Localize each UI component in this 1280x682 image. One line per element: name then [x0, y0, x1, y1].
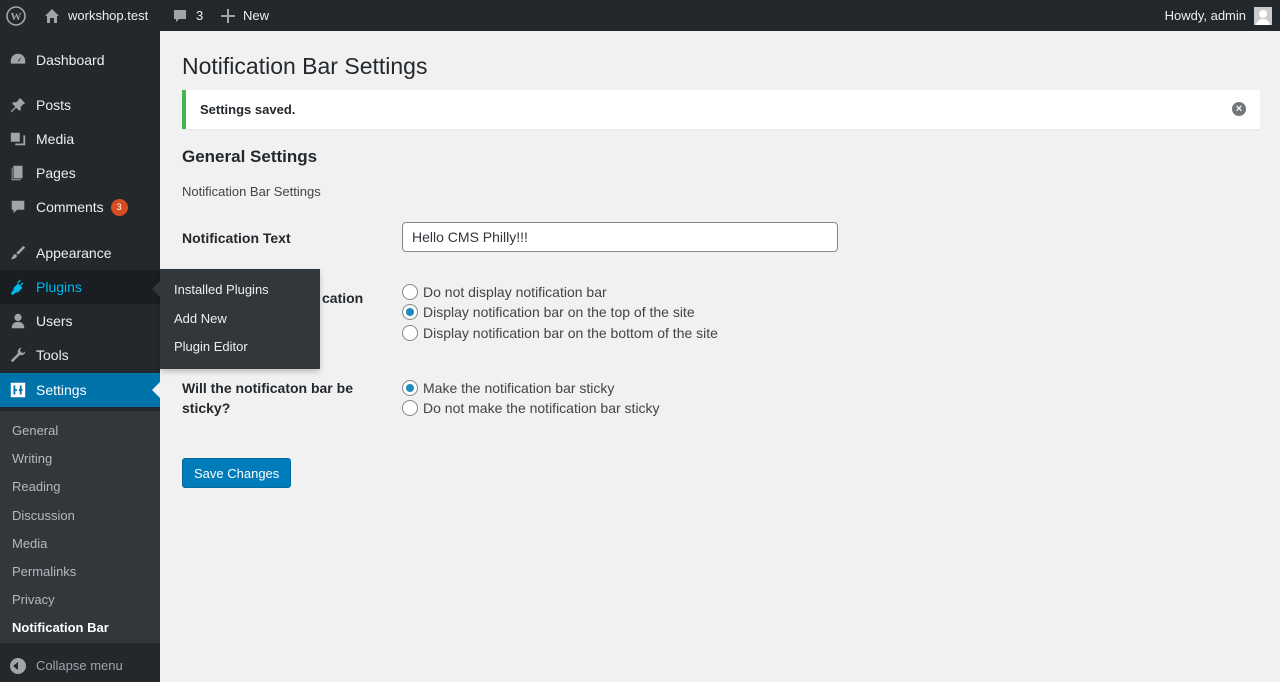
radio-button[interactable] — [402, 400, 418, 416]
position-option-none[interactable]: Do not display notification bar — [402, 282, 607, 302]
admin-bar: W workshop.test 3 New Howdy, admin — [0, 0, 1280, 31]
submenu-general[interactable]: General — [0, 417, 160, 445]
sidebar-item-label: Appearance — [36, 245, 112, 261]
save-changes-button[interactable]: Save Changes — [182, 458, 292, 488]
notice-text: Settings saved. — [200, 102, 296, 117]
submenu-discussion[interactable]: Discussion — [0, 502, 160, 530]
submenu-reading[interactable]: Reading — [0, 473, 160, 501]
sidebar-item-label: Users — [36, 313, 73, 329]
dashboard-icon — [0, 51, 36, 69]
comments-badge: 3 — [110, 198, 128, 216]
sidebar-item-label: Tools — [36, 347, 69, 363]
notification-text-input[interactable] — [402, 222, 838, 252]
sidebar-item-label: Media — [36, 131, 75, 147]
avatar — [1254, 6, 1272, 25]
brush-icon — [0, 244, 36, 262]
plugins-flyout-menu: Installed Plugins Add New Plugin Editor — [152, 269, 320, 369]
sidebar-item-label: Comments — [36, 199, 104, 215]
flyout-add-new[interactable]: Add New — [160, 305, 320, 334]
howdy-text: Howdy, admin — [1164, 8, 1246, 23]
submenu-writing[interactable]: Writing — [0, 445, 160, 473]
dismiss-icon[interactable]: × — [1232, 102, 1246, 116]
notification-text-label: Notification Text — [182, 230, 291, 246]
plus-icon — [221, 8, 235, 23]
sidebar-item-plugins[interactable]: Plugins — [0, 270, 160, 304]
home-icon — [45, 8, 59, 23]
submenu-media[interactable]: Media — [0, 530, 160, 558]
sticky-label: Will the notificaton bar be sticky? — [182, 378, 353, 418]
sidebar-item-dashboard[interactable]: Dashboard — [0, 43, 160, 77]
sidebar-item-label: Plugins — [36, 279, 82, 295]
account-menu[interactable]: Howdy, admin — [1165, 0, 1272, 31]
radio-button[interactable] — [402, 325, 418, 341]
section-title: General Settings — [182, 147, 318, 166]
new-label: New — [243, 8, 270, 23]
flyout-installed-plugins[interactable]: Installed Plugins — [160, 276, 320, 305]
submenu-notification-bar[interactable]: Notification Bar — [0, 614, 160, 642]
comments-link[interactable]: 3 — [172, 0, 203, 31]
media-icon — [0, 130, 36, 148]
comment-icon — [174, 9, 186, 22]
collapse-menu-button[interactable]: Collapse menu — [0, 649, 160, 682]
svg-text:W: W — [11, 11, 22, 23]
collapse-arrow-icon — [10, 657, 26, 674]
sticky-label-line2: sticky? — [182, 400, 231, 416]
settings-submenu: General Writing Reading Discussion Media… — [0, 411, 160, 643]
flyout-plugin-editor[interactable]: Plugin Editor — [160, 333, 320, 362]
sidebar-item-users[interactable]: Users — [0, 304, 160, 338]
comments-count: 3 — [196, 8, 204, 23]
radio-label: Make the notification bar sticky — [423, 380, 615, 396]
site-name: workshop.test — [68, 8, 149, 23]
radio-label: Do not display notification bar — [423, 284, 607, 300]
settings-icon — [0, 381, 36, 399]
sidebar-item-settings[interactable]: Settings — [0, 373, 160, 407]
position-option-bottom[interactable]: Display notification bar on the bottom o… — [402, 323, 718, 343]
radio-button[interactable] — [402, 304, 418, 320]
sticky-option-no[interactable]: Do not make the notification bar sticky — [402, 398, 660, 418]
radio-label: Display notification bar on the top of t… — [423, 304, 695, 320]
plug-icon — [0, 278, 36, 296]
page-title: Notification Bar Settings — [182, 53, 428, 79]
user-icon — [0, 312, 36, 330]
sidebar-item-media[interactable]: Media — [0, 122, 160, 156]
sidebar-item-label: Dashboard — [36, 52, 105, 68]
sidebar-item-comments[interactable]: Comments 3 — [0, 190, 160, 224]
sidebar-item-label: Posts — [36, 97, 72, 113]
radio-label: Display notification bar on the bottom o… — [423, 325, 718, 341]
wrench-icon — [0, 346, 36, 364]
sidebar-item-label: Pages — [36, 165, 76, 181]
sidebar-item-label: Settings — [36, 382, 87, 398]
sticky-label-line1: Will the notificaton bar be — [182, 380, 353, 396]
radio-button[interactable] — [402, 284, 418, 300]
section-description: Notification Bar Settings — [182, 184, 321, 199]
sidebar-item-appearance[interactable]: Appearance — [0, 236, 160, 270]
position-label: cation — [322, 290, 364, 306]
pin-icon — [0, 96, 36, 114]
radio-button[interactable] — [402, 380, 418, 396]
success-notice: Settings saved. × — [182, 90, 1260, 129]
sidebar-item-pages[interactable]: Pages — [0, 156, 160, 190]
position-option-top[interactable]: Display notification bar on the top of t… — [402, 302, 695, 322]
radio-label: Do not make the notification bar sticky — [423, 400, 660, 416]
site-home-link[interactable]: workshop.test — [44, 0, 148, 31]
admin-sidebar: Dashboard Posts Media Pages Comments 3 A… — [0, 31, 160, 682]
sticky-option-yes[interactable]: Make the notification bar sticky — [402, 378, 614, 398]
sidebar-item-posts[interactable]: Posts — [0, 88, 160, 122]
comment-icon — [0, 198, 36, 216]
new-content-link[interactable]: New — [221, 0, 269, 31]
wordpress-logo-icon[interactable]: W — [6, 0, 28, 31]
submenu-permalinks[interactable]: Permalinks — [0, 558, 160, 586]
collapse-label: Collapse menu — [36, 658, 123, 673]
pages-icon — [0, 164, 36, 182]
submenu-privacy[interactable]: Privacy — [0, 586, 160, 614]
sidebar-item-tools[interactable]: Tools — [0, 338, 160, 372]
